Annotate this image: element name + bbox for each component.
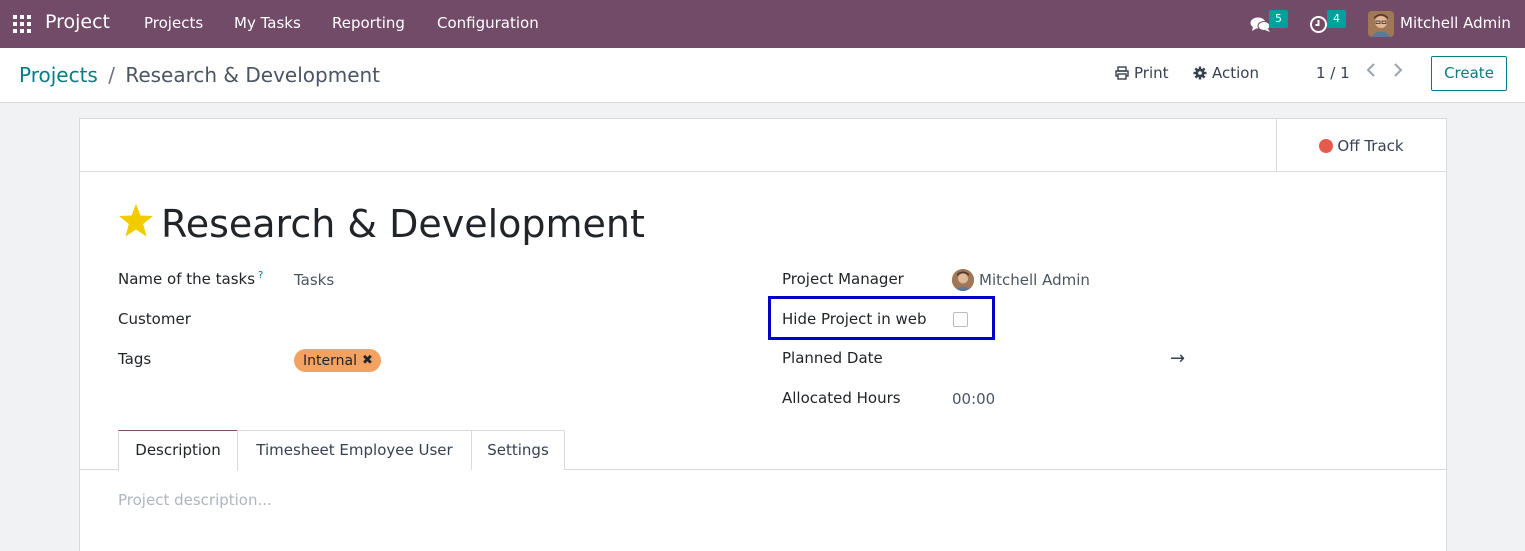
- menu-configuration[interactable]: Configuration: [437, 14, 539, 32]
- tag-internal[interactable]: Internal ✖: [294, 349, 381, 372]
- tasks-name-label: Name of the tasks?: [118, 270, 263, 288]
- sheet-header: Off Track: [80, 119, 1446, 172]
- clock-icon: [1310, 16, 1327, 33]
- status-button[interactable]: Off Track: [1276, 119, 1446, 172]
- control-panel: Projects / Research & Development Print …: [0, 48, 1525, 103]
- manager-avatar: [952, 269, 974, 291]
- activities-menu[interactable]: 4: [1309, 10, 1349, 36]
- chevron-left-icon: [1366, 63, 1375, 77]
- project-manager-field[interactable]: Mitchell Admin: [979, 271, 1090, 289]
- project-manager-label: Project Manager: [782, 270, 904, 288]
- date-range-arrow-icon: →: [1170, 348, 1186, 369]
- tasks-name-field[interactable]: Tasks: [294, 271, 334, 289]
- app-brand[interactable]: Project: [45, 11, 110, 33]
- allocated-hours-field[interactable]: 00:00: [952, 390, 995, 408]
- manager-avatar-photo: [952, 269, 974, 291]
- breadcrumb-current: Research & Development: [125, 63, 381, 87]
- menu-my-tasks[interactable]: My Tasks: [234, 14, 301, 32]
- allocated-hours-label: Allocated Hours: [782, 389, 901, 407]
- status-label: Off Track: [1337, 136, 1404, 155]
- description-editor[interactable]: Project description...: [118, 491, 272, 509]
- breadcrumb: Projects / Research & Development: [19, 63, 380, 87]
- tags-label: Tags: [118, 350, 152, 368]
- action-label: Action: [1212, 64, 1259, 82]
- print-label: Print: [1134, 64, 1169, 82]
- customer-field[interactable]: [294, 305, 714, 331]
- pager-next-button[interactable]: [1393, 62, 1403, 82]
- project-title[interactable]: Research & Development: [161, 202, 645, 246]
- messages-menu[interactable]: 5: [1250, 10, 1290, 36]
- user-name[interactable]: Mitchell Admin: [1400, 14, 1511, 32]
- activities-count-badge: 4: [1327, 10, 1346, 28]
- print-icon: [1115, 66, 1129, 80]
- menu-reporting[interactable]: Reporting: [332, 14, 405, 32]
- messages-count-badge: 5: [1269, 10, 1288, 28]
- top-navbar: Project Projects My Tasks Reporting Conf…: [0, 0, 1525, 48]
- user-avatar[interactable]: [1368, 11, 1394, 37]
- star-icon[interactable]: [118, 203, 154, 239]
- hide-project-label: Hide Project in web: [782, 310, 927, 328]
- breadcrumb-projects-link[interactable]: Projects: [19, 63, 98, 87]
- gear-icon: [1193, 66, 1207, 80]
- help-icon[interactable]: ?: [258, 270, 263, 281]
- breadcrumb-separator: /: [108, 63, 115, 87]
- tasks-name-label-text: Name of the tasks: [118, 270, 256, 288]
- menu-projects[interactable]: Projects: [144, 14, 203, 32]
- avatar-photo: [1368, 11, 1394, 37]
- chevron-right-icon: [1394, 63, 1403, 77]
- create-button[interactable]: Create: [1431, 56, 1507, 91]
- status-dot-icon: [1319, 138, 1334, 153]
- pager-value[interactable]: 1 / 1: [1316, 64, 1350, 82]
- customer-label: Customer: [118, 310, 191, 328]
- apps-grid-icon[interactable]: [13, 15, 31, 33]
- hide-project-checkbox[interactable]: [953, 312, 968, 327]
- pager-previous-button[interactable]: [1366, 62, 1376, 82]
- action-button[interactable]: Action: [1193, 64, 1259, 82]
- print-button[interactable]: Print: [1115, 64, 1169, 82]
- planned-date-label: Planned Date: [782, 349, 883, 367]
- notebook-tabs: Description Timesheet Employee User Sett…: [80, 430, 1446, 471]
- tab-description[interactable]: Description: [118, 430, 238, 471]
- tag-label: Internal: [303, 352, 357, 369]
- form-sheet: Off Track Research & Development Name of…: [79, 118, 1447, 551]
- tab-timesheet-employee-user[interactable]: Timesheet Employee User: [237, 430, 472, 470]
- tab-settings[interactable]: Settings: [471, 430, 565, 470]
- close-icon[interactable]: ✖: [362, 353, 373, 368]
